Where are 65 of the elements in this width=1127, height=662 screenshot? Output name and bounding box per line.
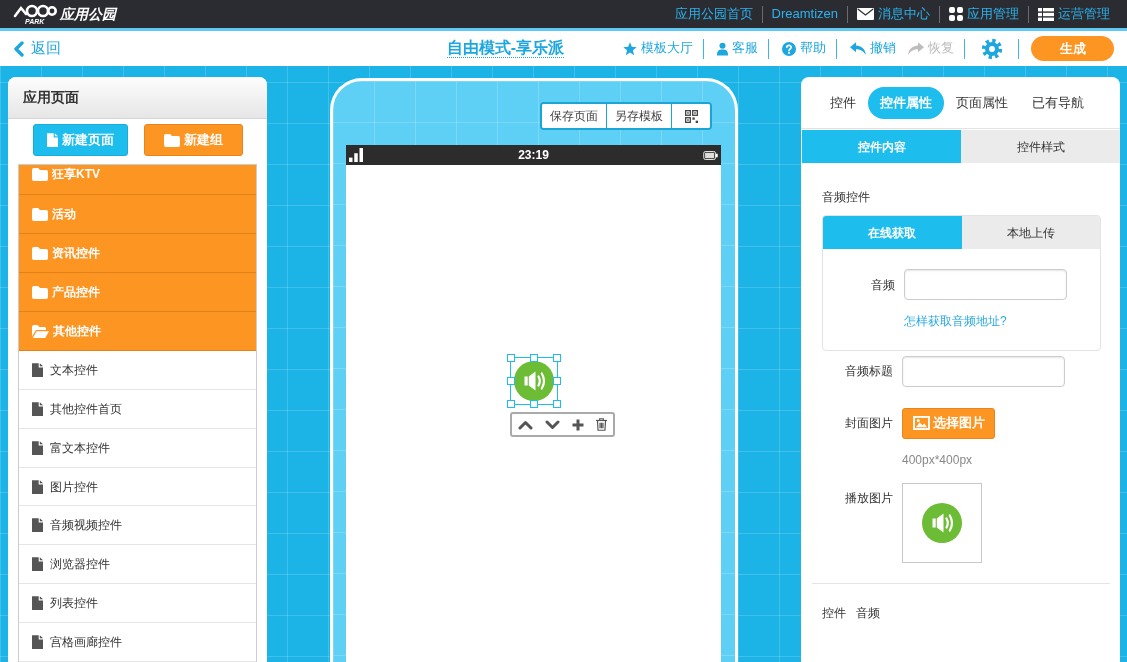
trash-icon[interactable] [596, 418, 607, 431]
source-tab[interactable]: 本地上传 [961, 216, 1100, 249]
settings-icon[interactable] [981, 37, 1003, 60]
resize-handle[interactable] [530, 400, 538, 408]
back-chevron-icon [14, 40, 24, 57]
list-icon [1038, 7, 1054, 21]
file-icon [32, 596, 43, 611]
file-icon [32, 440, 43, 455]
signal-icon [349, 148, 363, 162]
file-icon [32, 557, 43, 572]
speaker-icon [514, 361, 554, 401]
battery-icon [703, 150, 718, 160]
help-icon [782, 41, 796, 56]
plus-icon[interactable] [572, 418, 584, 431]
field-label: 播放图片 [844, 489, 893, 507]
speaker-icon [922, 502, 962, 543]
star-icon [623, 41, 637, 56]
audio-url-input[interactable] [904, 269, 1067, 300]
resize-handle[interactable] [530, 354, 538, 362]
file-icon [32, 479, 43, 494]
top-nav-link[interactable]: 运营管理 [1029, 4, 1119, 24]
size-hint: 400px*400px [902, 451, 974, 469]
four-squares-icon [949, 7, 963, 21]
section-title: 音频控件 [822, 190, 871, 205]
logo-icon [13, 3, 57, 19]
panel-tab[interactable]: 控件 [818, 86, 868, 119]
top-nav-link[interactable]: 应用公园首页 [665, 4, 762, 24]
top-nav-link[interactable]: 应用管理 [940, 4, 1028, 24]
file-icon [46, 133, 58, 147]
resize-handle[interactable] [507, 400, 515, 408]
file-icon [32, 518, 43, 533]
panel-tab[interactable]: 页面属性 [944, 86, 1020, 119]
envelope-icon [857, 8, 874, 20]
undo-arrow-icon [850, 42, 866, 55]
image-icon [912, 416, 930, 430]
footer-label: 控件 [822, 604, 846, 622]
resize-handle[interactable] [553, 354, 561, 362]
field-label: 封面图片 [844, 415, 893, 432]
field-label: 音频标题 [844, 363, 893, 380]
panel-tab[interactable]: 已有导航 [1020, 86, 1096, 119]
selection-frame[interactable] [510, 357, 558, 405]
move-up-icon[interactable] [518, 419, 533, 430]
user-icon [717, 41, 728, 56]
resize-handle[interactable] [553, 377, 561, 385]
qr-code-icon [684, 109, 698, 123]
footer-value: 音频 [856, 604, 880, 622]
page-action-button[interactable]: 保存页面 [542, 104, 607, 128]
resize-handle[interactable] [507, 377, 515, 385]
panel-header: 应用页面 [8, 77, 267, 119]
folder-icon [163, 133, 180, 147]
top-nav-link[interactable]: 消息中心 [848, 4, 939, 24]
content-tab[interactable]: 控件样式 [961, 130, 1120, 163]
field-label: 音频 [870, 276, 895, 294]
resize-handle[interactable] [507, 354, 515, 362]
file-icon [32, 401, 43, 416]
top-nav-link[interactable]: Dreamtizen [762, 4, 847, 24]
redo-arrow-icon [908, 42, 924, 55]
logo-text: 应用公园 [60, 4, 116, 24]
resize-handle[interactable] [553, 400, 561, 408]
status-time: 23:19 [518, 147, 549, 164]
audio-title-input[interactable] [902, 355, 1065, 387]
file-icon [32, 362, 43, 377]
image-preview[interactable] [902, 482, 982, 563]
move-down-icon[interactable] [545, 419, 560, 430]
file-icon [32, 635, 43, 649]
